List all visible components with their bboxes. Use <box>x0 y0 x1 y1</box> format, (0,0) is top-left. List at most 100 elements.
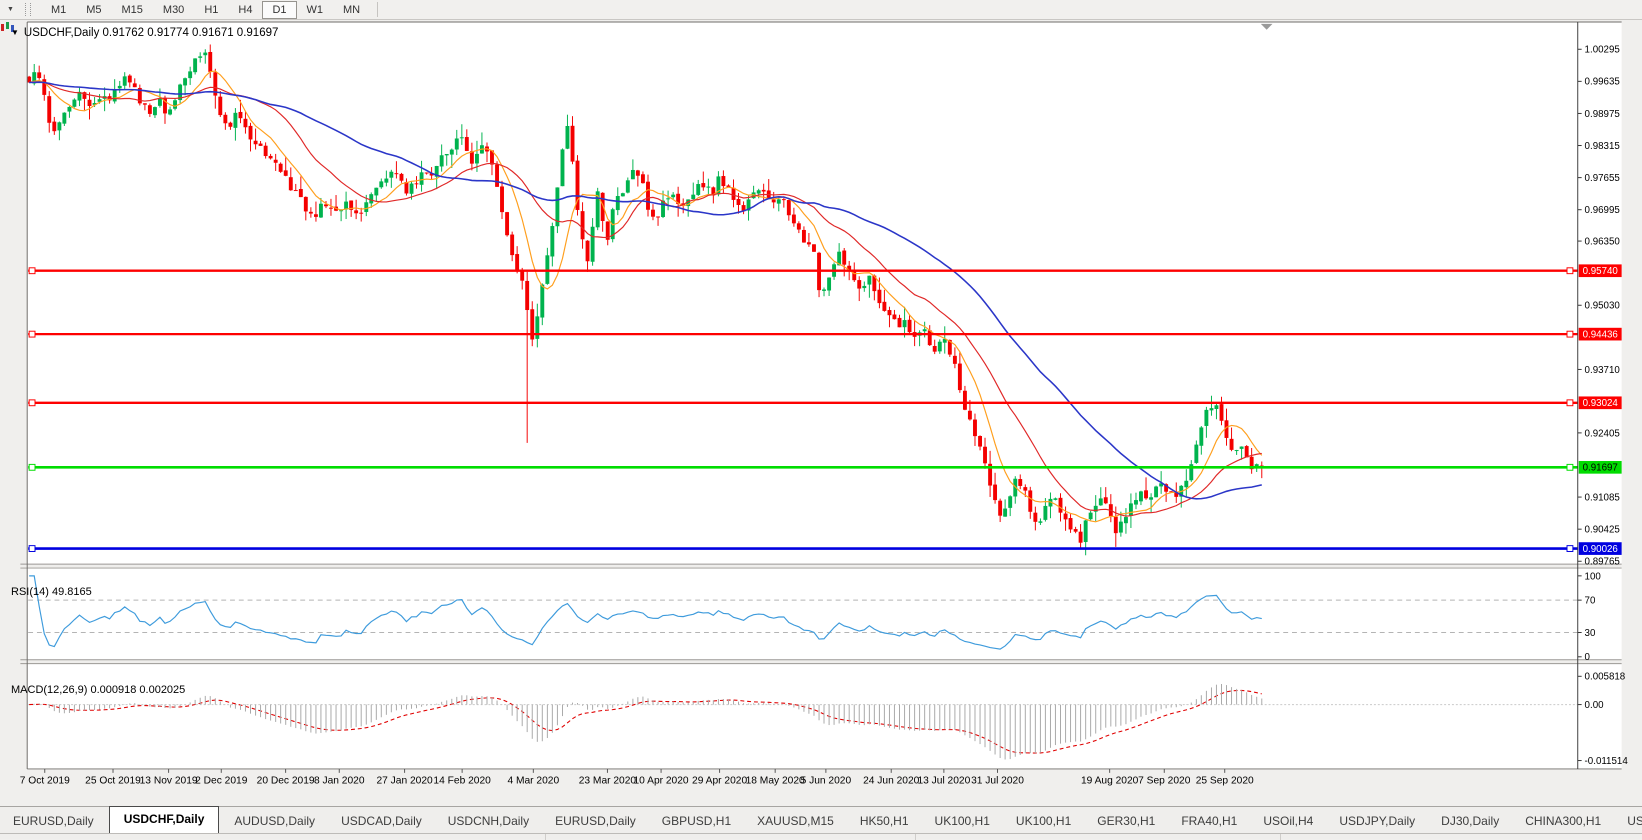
chart-title: ▼ USDCHF,Daily 0.91762 0.91774 0.91671 0.… <box>11 27 278 39</box>
hline-handle[interactable] <box>29 268 35 274</box>
svg-text:-0.011514: -0.011514 <box>1585 756 1629 767</box>
svg-text:70: 70 <box>1585 596 1596 607</box>
svg-text:7 Oct 2019: 7 Oct 2019 <box>20 776 70 787</box>
svg-text:5 Jun 2020: 5 Jun 2020 <box>801 776 852 787</box>
hline-handle[interactable] <box>1567 464 1573 470</box>
svg-text:20 Dec 2019: 20 Dec 2019 <box>257 776 315 787</box>
svg-text:29 Apr 2020: 29 Apr 2020 <box>692 776 747 787</box>
hline-handle[interactable] <box>29 546 35 552</box>
hline-handle[interactable] <box>1567 331 1573 337</box>
svg-text:25 Sep 2020: 25 Sep 2020 <box>1196 776 1254 787</box>
hline-handle[interactable] <box>1567 546 1573 552</box>
timeframe-button-m15[interactable]: M15 <box>112 1 153 19</box>
svg-text:18 May 2020: 18 May 2020 <box>746 776 805 787</box>
svg-text:0.90026: 0.90026 <box>1583 544 1618 555</box>
svg-text:0.93024: 0.93024 <box>1583 398 1619 409</box>
statusbar-separator <box>545 834 546 840</box>
svg-text:0.98315: 0.98315 <box>1585 141 1621 152</box>
timeframe-button-d1[interactable]: D1 <box>262 1 296 19</box>
chart-tab-usdchf-daily[interactable]: USDCHF,Daily <box>109 806 220 833</box>
chart-tab-usoil-h4[interactable]: USOil,H4 <box>1250 810 1326 833</box>
svg-text:0.89765: 0.89765 <box>1585 557 1621 568</box>
hline-handle[interactable] <box>1567 268 1573 274</box>
toolbar-separator <box>377 2 378 17</box>
svg-text:24 Jun 2020: 24 Jun 2020 <box>863 776 920 787</box>
svg-text:0.98975: 0.98975 <box>1585 109 1621 120</box>
timeframe-button-mn[interactable]: MN <box>333 1 370 19</box>
chart-tab-usdjpy-daily[interactable]: USDJPY,Daily <box>1326 810 1428 833</box>
svg-text:4 Mar 2020: 4 Mar 2020 <box>507 776 559 787</box>
svg-text:0.93710: 0.93710 <box>1585 365 1621 376</box>
svg-text:14 Feb 2020: 14 Feb 2020 <box>433 776 491 787</box>
svg-text:27 Jan 2020: 27 Jan 2020 <box>376 776 433 787</box>
chart-title-text: USDCHF,Daily 0.91762 0.91774 0.91671 0.9… <box>24 27 278 39</box>
svg-text:0.92405: 0.92405 <box>1585 428 1621 439</box>
svg-text:0.95740: 0.95740 <box>1583 266 1619 277</box>
rsi-indicator-label: RSI(14) 49.8165 <box>11 586 92 598</box>
timeframe-button-h1[interactable]: H1 <box>194 1 228 19</box>
svg-text:0.99635: 0.99635 <box>1585 77 1621 88</box>
chart-tab-ger30-h1[interactable]: GER30,H1 <box>1084 810 1168 833</box>
statusbar-separator <box>915 834 916 840</box>
timeframe-button-m5[interactable]: M5 <box>76 1 111 19</box>
svg-text:0: 0 <box>1585 652 1591 663</box>
chart-canvas[interactable]: 1.00295 0.99635 0.98975 0.98315 0.97655 0.969… <box>0 20 1642 806</box>
chart-tab-gbpusd-h1[interactable]: GBPUSD,H1 <box>649 810 744 833</box>
toolbar-grip[interactable] <box>25 3 31 16</box>
status-bar <box>0 833 1642 839</box>
svg-text:10 Apr 2020: 10 Apr 2020 <box>634 776 689 787</box>
timeframe-buttons: M1M5M15M30H1H4D1W1MN <box>41 1 370 19</box>
chart-tab-xauusd-m15[interactable]: XAUUSD,M15 <box>744 810 847 833</box>
chart-tab-dj30-daily[interactable]: DJ30,Daily <box>1428 810 1512 833</box>
svg-text:0.00: 0.00 <box>1585 700 1605 711</box>
svg-text:13 Nov 2019: 13 Nov 2019 <box>140 776 198 787</box>
chart-tab-hk50-h1[interactable]: HK50,H1 <box>847 810 922 833</box>
hline-handle[interactable] <box>29 331 35 337</box>
chart-context-caret-icon[interactable]: ▼ <box>11 28 19 37</box>
svg-text:7 Sep 2020: 7 Sep 2020 <box>1138 776 1191 787</box>
svg-text:0.96350: 0.96350 <box>1585 236 1621 247</box>
svg-text:0.91085: 0.91085 <box>1585 492 1621 503</box>
svg-text:13 Jul 2020: 13 Jul 2020 <box>917 776 970 787</box>
chart-tab-usdcnh-daily[interactable]: USDCNH,Daily <box>435 810 542 833</box>
chart-tab-fra40-h1[interactable]: FRA40,H1 <box>1168 810 1250 833</box>
chart-tab-audusd-daily[interactable]: AUDUSD,Daily <box>221 810 328 833</box>
svg-text:31 Jul 2020: 31 Jul 2020 <box>971 776 1024 787</box>
svg-text:2 Dec 2019: 2 Dec 2019 <box>195 776 248 787</box>
svg-text:0.90425: 0.90425 <box>1585 525 1621 536</box>
svg-text:1.00295: 1.00295 <box>1585 45 1621 56</box>
svg-text:0.96995: 0.96995 <box>1585 205 1621 216</box>
time-axis[interactable]: 7 Oct 2019 25 Oct 201913 Nov 20192 Dec 20… <box>20 769 1254 787</box>
chart-tab-eurusd-daily[interactable]: EURUSD,Daily <box>0 810 107 833</box>
timeframe-button-m30[interactable]: M30 <box>153 1 194 19</box>
hline-handle[interactable] <box>1567 400 1573 406</box>
chart-tab-usoil-h[interactable]: USOil,H <box>1614 810 1642 833</box>
timeframe-button-w1[interactable]: W1 <box>297 1 334 19</box>
chart-tab-usdcad-daily[interactable]: USDCAD,Daily <box>328 810 435 833</box>
statusbar-separator <box>1280 834 1281 840</box>
svg-text:100: 100 <box>1585 571 1602 582</box>
svg-text:0.97655: 0.97655 <box>1585 173 1621 184</box>
svg-text:8 Jan 2020: 8 Jan 2020 <box>314 776 365 787</box>
charts-toolbar-icon[interactable]: ▼ <box>0 0 19 19</box>
macd-indicator-label: MACD(12,26,9) 0.000918 0.002025 <box>11 684 185 696</box>
svg-text:23 Mar 2020: 23 Mar 2020 <box>579 776 637 787</box>
svg-text:30: 30 <box>1585 628 1596 639</box>
pane-divider[interactable] <box>20 660 1621 664</box>
chart-tab-uk100-h1[interactable]: UK100,H1 <box>922 810 1003 833</box>
top-toolbar: ▼ M1M5M15M30H1H4D1W1MN <box>0 0 1642 20</box>
hline-handle[interactable] <box>29 464 35 470</box>
svg-text:25 Oct 2019: 25 Oct 2019 <box>85 776 141 787</box>
hline-handle[interactable] <box>29 400 35 406</box>
chevron-down-icon[interactable]: ▼ <box>7 6 14 13</box>
svg-text:0.95030: 0.95030 <box>1585 301 1621 312</box>
pane-divider[interactable] <box>20 564 1621 568</box>
timeframe-button-m1[interactable]: M1 <box>41 1 76 19</box>
svg-text:0.005818: 0.005818 <box>1585 672 1626 683</box>
chart-tab-eurusd-daily[interactable]: EURUSD,Daily <box>542 810 649 833</box>
chart-tab-china300-h1[interactable]: CHINA300,H1 <box>1512 810 1614 833</box>
svg-text:0.91697: 0.91697 <box>1583 463 1618 474</box>
timeframe-button-h4[interactable]: H4 <box>228 1 262 19</box>
chart-tab-bar: EURUSD,DailyUSDCHF,DailyAUDUSD,DailyUSDC… <box>0 806 1642 833</box>
chart-tab-uk100-h1[interactable]: UK100,H1 <box>1003 810 1084 833</box>
